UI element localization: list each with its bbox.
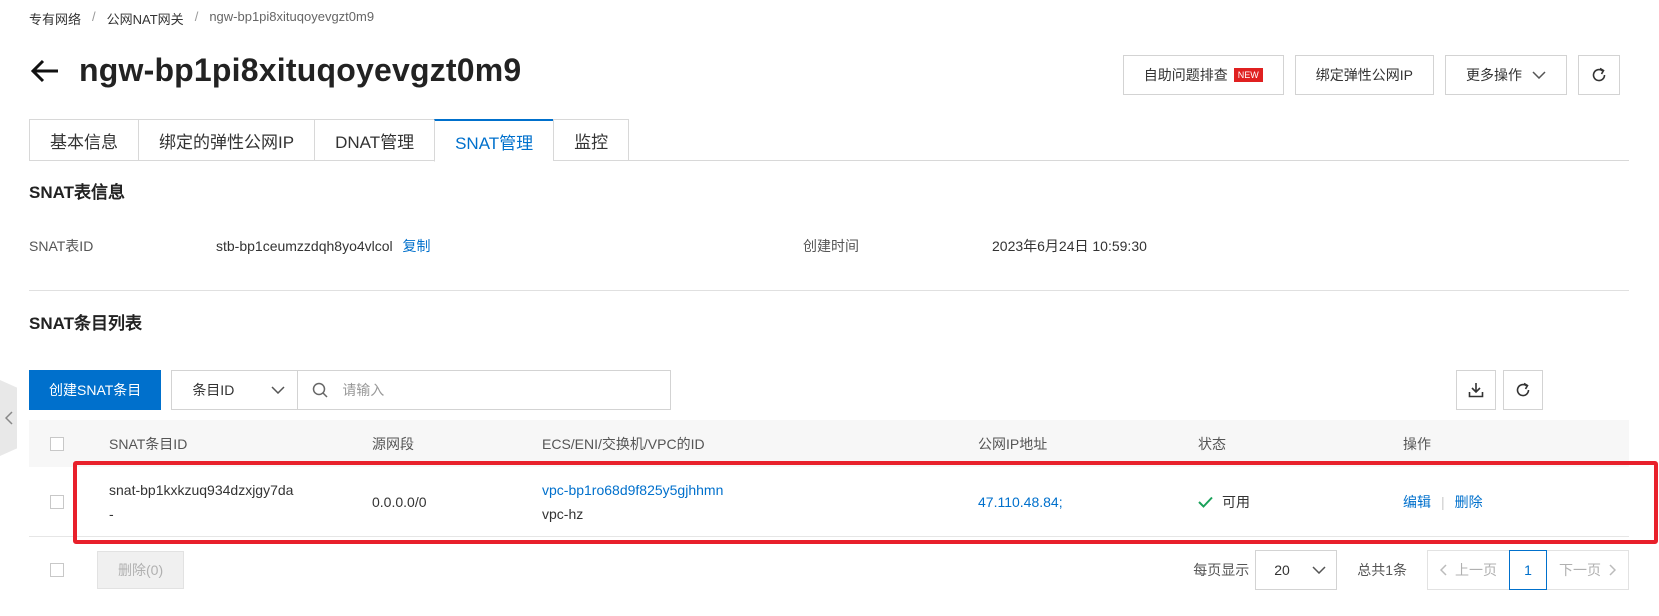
page-title: ngw-bp1pi8xituqoyevgzt0m9 <box>79 52 522 88</box>
bind-eip-label: 绑定弹性公网IP <box>1315 67 1413 83</box>
footer-select-all-checkbox[interactable] <box>50 563 64 577</box>
column-header: 源网段 <box>372 435 414 452</box>
page-number-current[interactable]: 1 <box>1509 550 1547 590</box>
edit-link[interactable]: 编辑 <box>1403 494 1431 510</box>
status-badge: 可用 <box>1198 492 1403 512</box>
page-size-value: 20 <box>1274 562 1290 578</box>
breadcrumb-separator: / <box>194 9 199 24</box>
chevron-down-icon <box>1532 71 1546 79</box>
refresh-icon <box>1516 382 1530 397</box>
status-text: 可用 <box>1222 493 1250 510</box>
back-arrow-icon[interactable] <box>29 55 61 87</box>
snat-table: SNAT条目ID 源网段 ECS/ENI/交换机/VPC的ID 公网IP地址 状… <box>29 420 1629 537</box>
public-ip-link[interactable]: 47.110.48.84; <box>978 494 1198 510</box>
column-header: 操作 <box>1403 435 1431 452</box>
tab-dnat[interactable]: DNAT管理 <box>314 119 435 161</box>
per-page-label: 每页显示 <box>1193 562 1250 578</box>
snat-entry-name: - <box>109 505 114 522</box>
chevron-right-icon <box>1609 564 1616 576</box>
table-header: SNAT条目ID 源网段 ECS/ENI/交换机/VPC的ID 公网IP地址 状… <box>29 420 1629 467</box>
chevron-left-icon <box>1440 564 1447 576</box>
create-snat-button[interactable]: 创建SNAT条目 <box>29 370 162 410</box>
row-checkbox[interactable] <box>50 494 64 509</box>
snat-table-id-label: SNAT表ID <box>29 238 94 254</box>
bind-eip-button[interactable]: 绑定弹性公网IP <box>1294 55 1434 95</box>
download-button[interactable] <box>1456 370 1496 410</box>
total-count: 总共1条 <box>1357 562 1407 578</box>
troubleshoot-label: 自助问题排查 <box>1143 67 1228 83</box>
tab-snat[interactable]: SNAT管理 <box>434 119 554 162</box>
chevron-left-icon <box>4 411 13 425</box>
download-icon <box>1468 383 1484 398</box>
filter-select-value: 条目ID <box>192 382 235 398</box>
search-icon <box>313 382 328 398</box>
more-actions-button[interactable]: 更多操作 <box>1445 55 1567 95</box>
refresh-button[interactable] <box>1578 55 1620 95</box>
copy-link[interactable]: 复制 <box>403 238 431 254</box>
pagination: 每页显示 20 总共1条 上一页 1 下一页 <box>1193 550 1629 590</box>
delete-link[interactable]: 删除 <box>1455 494 1483 510</box>
new-badge: NEW <box>1233 68 1263 82</box>
breadcrumb-nat-gateway[interactable]: 公网NAT网关 <box>107 9 184 28</box>
section-divider <box>29 290 1629 291</box>
tab-bar: 基本信息 绑定的弹性公网IP DNAT管理 SNAT管理 监控 <box>29 119 1629 162</box>
bulk-delete-button[interactable]: 删除(0) <box>97 551 185 589</box>
tab-bound-eip[interactable]: 绑定的弹性公网IP <box>138 119 315 161</box>
prev-page-button[interactable]: 上一页 <box>1428 551 1509 589</box>
refresh-icon <box>1592 67 1606 82</box>
prev-page-label: 上一页 <box>1455 562 1497 578</box>
op-divider: | <box>1441 493 1445 510</box>
breadcrumb-separator: / <box>92 9 96 24</box>
breadcrumb-vpc[interactable]: 专有网络 <box>29 9 81 28</box>
page-nav: 上一页 1 下一页 <box>1427 550 1629 590</box>
tab-basic-info[interactable]: 基本信息 <box>29 119 138 161</box>
chevron-down-icon <box>271 386 285 394</box>
breadcrumb-current: ngw-bp1pi8xituqoyevgzt0m9 <box>209 9 375 24</box>
snat-table-id-value: stb-bp1ceumzzdqh8yo4vlcol <box>216 238 393 254</box>
search-input[interactable] <box>342 382 643 398</box>
snat-entry-id: snat-bp1kxkzuq934dzxjgy7da <box>109 481 294 498</box>
select-all-checkbox[interactable] <box>50 436 64 451</box>
search-box <box>298 370 672 410</box>
source-cidr: 0.0.0.0/0 <box>372 493 427 510</box>
snat-list-title: SNAT条目列表 <box>29 314 143 333</box>
created-time-value: 2023年6月24日 10:59:30 <box>992 238 1147 254</box>
next-page-label: 下一页 <box>1559 562 1601 578</box>
tab-monitor[interactable]: 监控 <box>553 119 630 161</box>
resource-id-link[interactable]: vpc-bp1ro68d9f825y5gjhhmn <box>542 478 978 502</box>
snat-info-title: SNAT表信息 <box>29 183 126 202</box>
more-actions-label: 更多操作 <box>1466 67 1522 83</box>
table-refresh-button[interactable] <box>1503 370 1543 410</box>
created-time-label: 创建时间 <box>803 238 859 254</box>
side-collapse-handle[interactable] <box>0 380 17 456</box>
resource-name: vpc-hz <box>542 505 584 522</box>
column-header: ECS/ENI/交换机/VPC的ID <box>542 435 705 452</box>
table-row: snat-bp1kxkzuq934dzxjgy7da - 0.0.0.0/0 v… <box>29 467 1629 537</box>
column-header: SNAT条目ID <box>109 435 188 452</box>
column-header: 状态 <box>1198 435 1226 452</box>
column-header: 公网IP地址 <box>978 435 1048 452</box>
next-page-button[interactable]: 下一页 <box>1547 551 1628 589</box>
page-size-select[interactable]: 20 <box>1255 550 1338 590</box>
troubleshoot-button[interactable]: 自助问题排查 NEW <box>1122 55 1284 95</box>
filter-select[interactable]: 条目ID <box>171 370 299 410</box>
check-icon <box>1198 496 1213 508</box>
breadcrumb: 专有网络 / 公网NAT网关 / ngw-bp1pi8xituqoyevgzt0… <box>29 9 374 28</box>
chevron-down-icon <box>1312 566 1326 574</box>
